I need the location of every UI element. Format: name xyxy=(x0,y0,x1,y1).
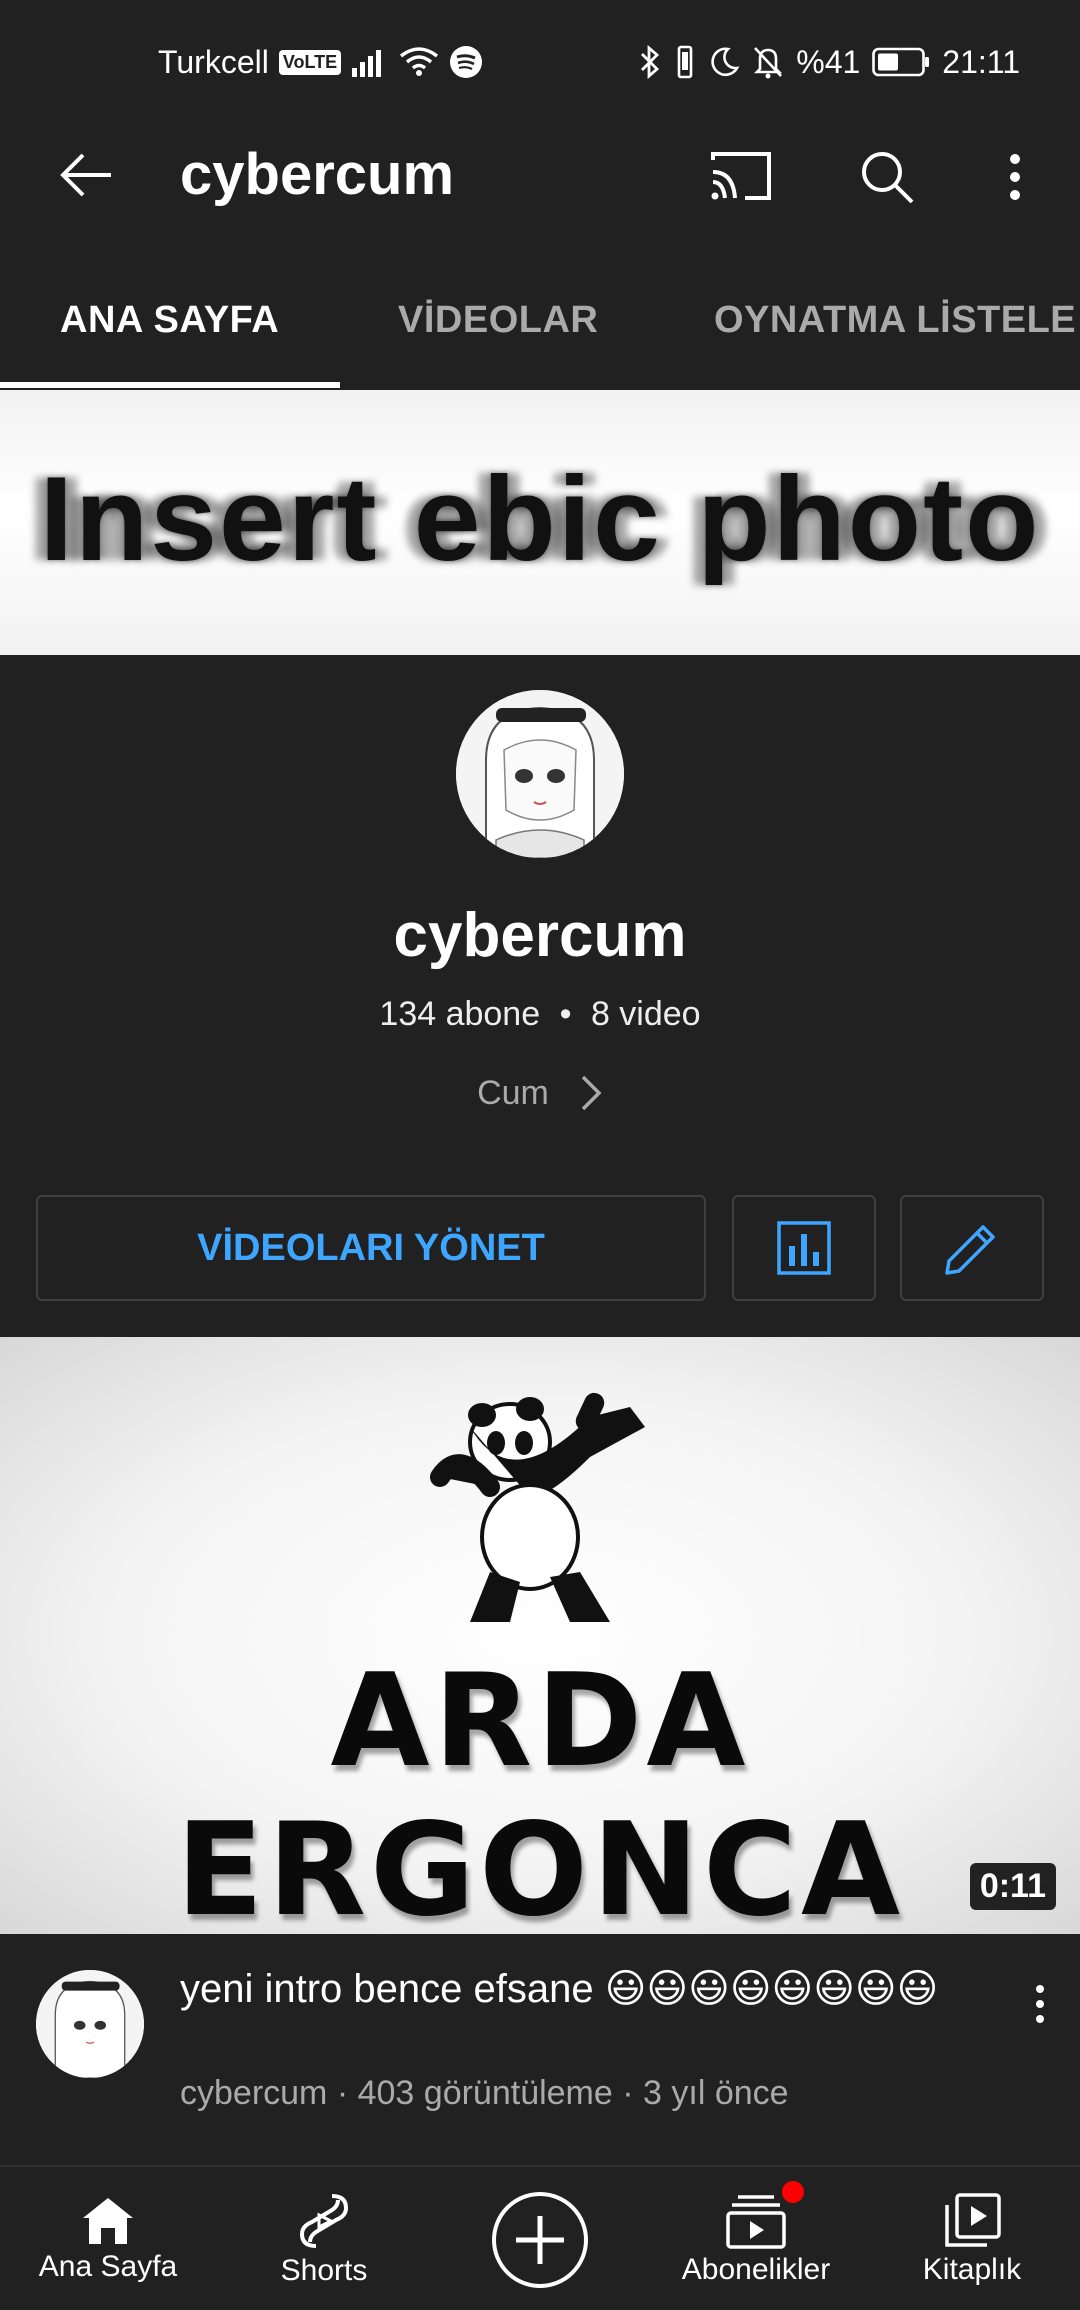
active-tab-indicator xyxy=(0,382,340,388)
cast-button[interactable] xyxy=(706,146,776,206)
video-more-button[interactable] xyxy=(1020,1974,1060,2034)
video-channel-avatar[interactable] xyxy=(36,1970,144,2078)
banner-text: Insert ebic photo xyxy=(39,452,1041,586)
page-title: cybercum xyxy=(180,142,455,207)
channel-banner: Insert ebic photo xyxy=(0,390,1080,655)
video-duration: 0:11 xyxy=(969,1863,1056,1910)
create-icon xyxy=(492,2191,588,2288)
channel-stats: 134 abone • 8 video xyxy=(0,995,1080,1034)
arrow-back-icon xyxy=(60,153,111,197)
video-channel-name: cybercum xyxy=(180,2074,328,2112)
analytics-icon xyxy=(777,1221,831,1275)
edit-channel-button[interactable] xyxy=(900,1195,1044,1301)
library-icon xyxy=(945,2192,1001,2247)
status-left: Turkcell VoLTE xyxy=(158,40,483,84)
channel-name: cybercum xyxy=(393,901,687,970)
home-icon xyxy=(83,2197,133,2244)
spotify-icon xyxy=(449,45,483,79)
video-age: 3 yıl önce xyxy=(643,2074,789,2112)
subscriptions-icon xyxy=(726,2194,786,2249)
analytics-button[interactable] xyxy=(732,1195,876,1301)
chevron-right-icon xyxy=(581,1075,602,1111)
thumbnail-text: ARDA ERGONCA xyxy=(176,1647,904,1934)
video-views: 403 görüntüleme xyxy=(357,2074,613,2112)
status-bar: Turkcell VoLTE %41 21:11 xyxy=(0,0,1080,120)
clock: 21:11 xyxy=(942,43,1020,80)
meta-separator: · xyxy=(622,2074,634,2112)
top-app-bar: cybercum xyxy=(0,120,1080,230)
nav-subscriptions[interactable]: Abonelikler xyxy=(668,2167,844,2310)
back-button[interactable] xyxy=(50,140,120,210)
youtube-channel-screen: Turkcell VoLTE %41 21:11 cybercum ANA SA… xyxy=(0,0,1080,2310)
nav-shorts-label: Shorts xyxy=(280,2253,368,2287)
status-right: %41 21:11 xyxy=(638,40,1020,84)
signal-icon xyxy=(351,46,389,78)
more-vert-icon xyxy=(1036,1985,1044,2023)
battery-icon xyxy=(872,47,930,77)
more-options-button[interactable] xyxy=(990,142,1040,212)
nav-home-label: Ana Sayfa xyxy=(38,2249,178,2283)
nav-home[interactable]: Ana Sayfa xyxy=(20,2167,196,2310)
battery-percent: %41 xyxy=(796,43,861,80)
channel-tabs: ANA SAYFA VİDEOLAR OYNATMA LİSTELE xyxy=(0,260,1080,392)
volte-badge: VoLTE xyxy=(278,49,342,75)
carrier-name: Turkcell xyxy=(158,43,269,80)
manage-videos-button[interactable]: VİDEOLARI YÖNET xyxy=(36,1195,706,1301)
search-button[interactable] xyxy=(852,142,922,212)
featured-video-info[interactable]: yeni intro bence efsane 😃😃😃😃😃😃😃😃 cybercu… xyxy=(0,1934,1080,2164)
nav-create-button[interactable] xyxy=(452,2167,628,2310)
nav-subscriptions-label: Abonelikler xyxy=(681,2252,831,2286)
tab-playlists[interactable]: OYNATMA LİSTELE xyxy=(714,260,1076,390)
channel-description-link[interactable]: Cum xyxy=(0,1073,1080,1113)
panda-dab-illustration xyxy=(430,1392,645,1622)
tab-home[interactable]: ANA SAYFA xyxy=(60,260,279,390)
channel-avatar[interactable] xyxy=(456,690,624,858)
video-title[interactable]: yeni intro bence efsane 😃😃😃😃😃😃😃😃 xyxy=(180,1964,960,2014)
subscriber-count: 134 abone xyxy=(379,995,541,1033)
channel-description: Cum xyxy=(477,1073,549,1112)
tab-videos[interactable]: VİDEOLAR xyxy=(398,260,598,390)
search-icon xyxy=(862,152,914,204)
bell-off-icon xyxy=(752,45,784,79)
nav-library-label: Kitaplık xyxy=(922,2252,1022,2286)
vibrate-icon xyxy=(674,45,696,79)
wifi-icon xyxy=(399,46,439,78)
nav-library[interactable]: Kitaplık xyxy=(884,2167,1060,2310)
notification-dot xyxy=(782,2181,804,2203)
more-vert-icon xyxy=(1010,154,1020,200)
shorts-icon xyxy=(299,2193,349,2248)
nav-shorts[interactable]: Shorts xyxy=(236,2167,412,2310)
video-count: 8 video xyxy=(590,995,701,1033)
bottom-navigation: Ana Sayfa Shorts Abonelikler Kitaplık xyxy=(0,2165,1080,2310)
video-metadata: cybercum · 403 görüntüleme · 3 yıl önce xyxy=(180,2074,789,2113)
meta-separator: · xyxy=(336,2074,349,2112)
pencil-icon xyxy=(945,1225,995,1275)
stats-separator: • xyxy=(559,995,572,1033)
channel-header: cybercum 134 abone • 8 video Cum VİDEOLA… xyxy=(0,655,1080,1335)
featured-video-thumbnail[interactable]: ARDA ERGONCA 0:11 xyxy=(0,1337,1080,1934)
moon-icon xyxy=(708,46,740,78)
bluetooth-icon xyxy=(638,45,662,79)
cast-icon xyxy=(711,152,771,200)
